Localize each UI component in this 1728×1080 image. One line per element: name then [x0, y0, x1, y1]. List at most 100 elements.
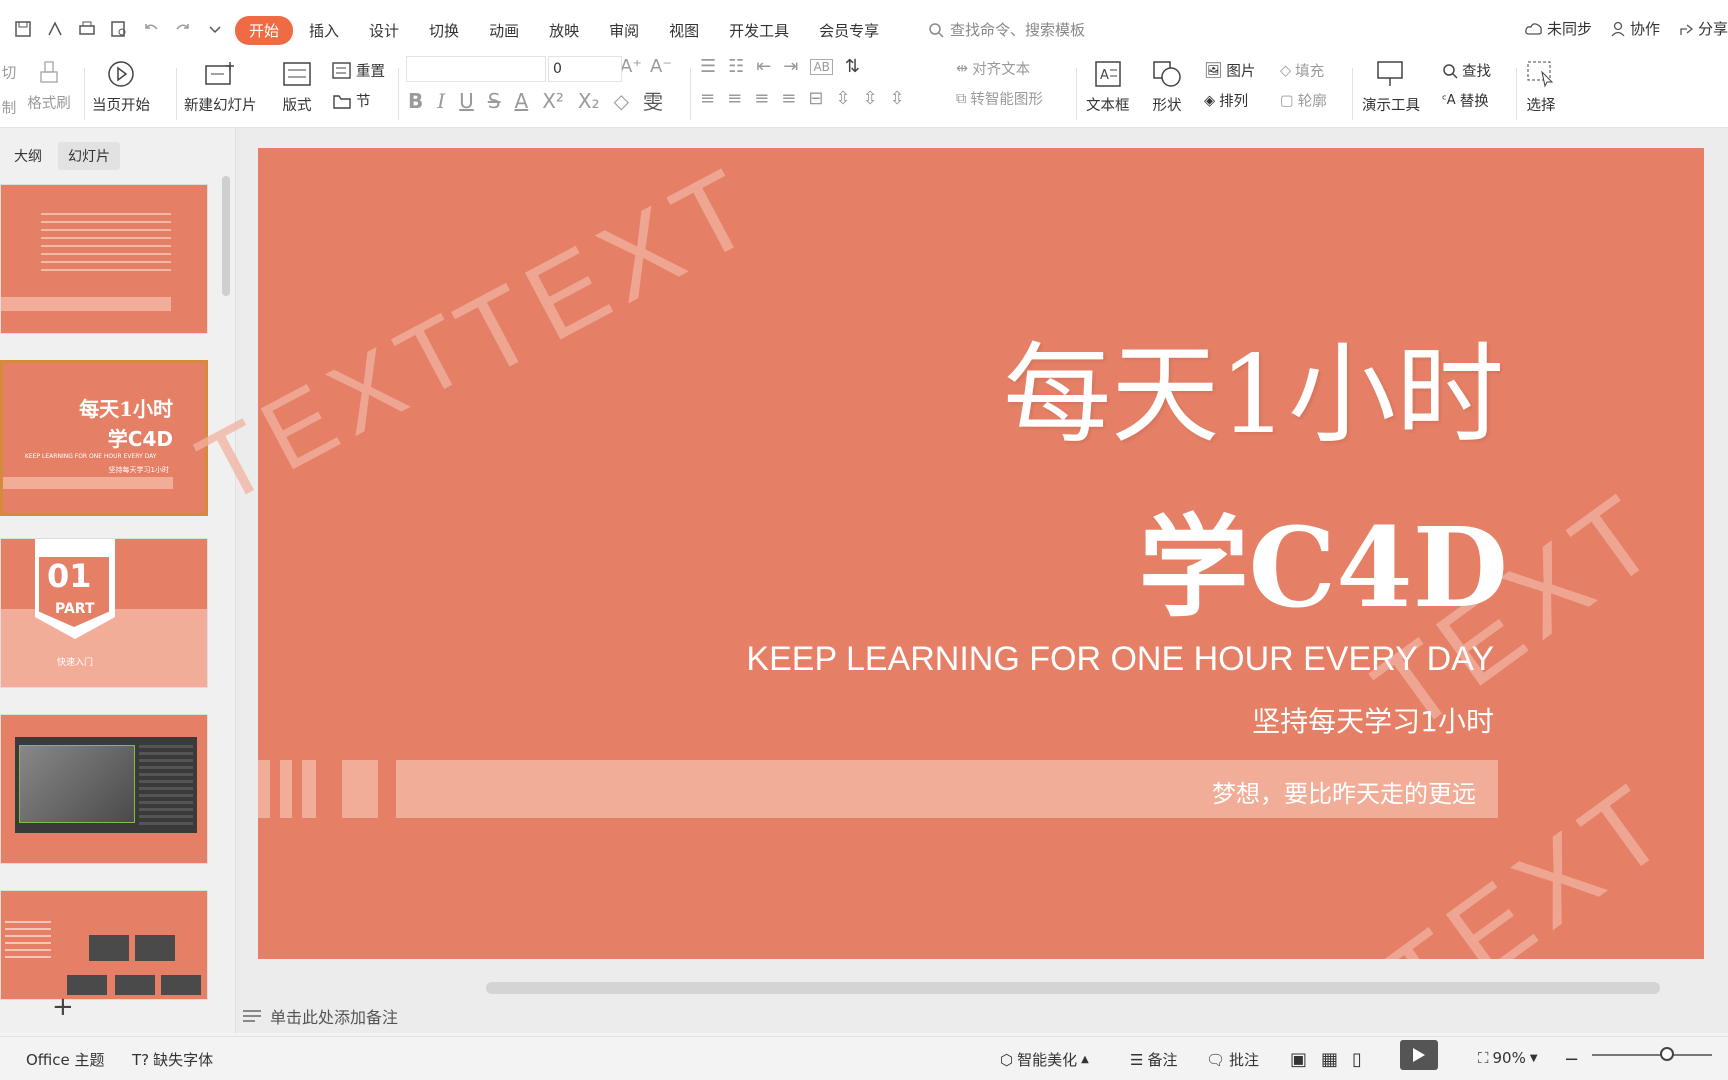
text-direction-icon[interactable]: AB	[810, 58, 833, 75]
menu-review[interactable]: 审阅	[595, 16, 653, 45]
distribute-icon[interactable]: ⊟	[808, 88, 823, 109]
font-name-input[interactable]	[406, 56, 546, 82]
zoom-slider-knob[interactable]	[1660, 1047, 1674, 1061]
export-icon[interactable]	[44, 18, 66, 40]
slide-subtitle-cn[interactable]: 坚持每天学习1小时	[1252, 700, 1494, 740]
present-tools-button[interactable]: 演示工具	[1362, 60, 1420, 115]
customize-dropdown-icon[interactable]	[204, 18, 226, 40]
undo-icon[interactable]	[140, 18, 162, 40]
redo-icon[interactable]	[172, 18, 194, 40]
slide-thumb-1[interactable]	[0, 184, 208, 334]
share-button[interactable]: 分享	[1678, 18, 1728, 39]
menu-transitions[interactable]: 切换	[415, 16, 473, 45]
reset-button[interactable]: 重置	[332, 60, 385, 81]
menu-design[interactable]: 设计	[355, 16, 413, 45]
slide-thumb-5[interactable]	[0, 890, 208, 1000]
line-space-icon[interactable]: ⇳	[890, 88, 905, 109]
align-text-button[interactable]: ⇹ 对齐文本	[956, 58, 1030, 79]
align-left-icon[interactable]: ≡	[700, 88, 715, 109]
normal-view-icon[interactable]: ▣	[1290, 1049, 1307, 1070]
slogan-bar[interactable]: 梦想，要比昨天走的更远	[396, 760, 1498, 818]
slide-thumb-4[interactable]	[0, 714, 208, 864]
command-search[interactable]: 查找命令、搜索模板	[928, 19, 1085, 40]
print-preview-icon[interactable]	[108, 18, 130, 40]
panel-scrollbar[interactable]	[222, 176, 230, 296]
column-spacing-icon[interactable]: ⇳	[835, 88, 850, 109]
smart-shape-button[interactable]: ⧉ 转智能图形	[956, 88, 1043, 109]
picture-button[interactable]: 🖼 图片	[1204, 60, 1255, 81]
zoom-slider[interactable]	[1592, 1054, 1712, 1056]
align-right-icon[interactable]: ≡	[754, 88, 769, 109]
save-icon[interactable]	[12, 18, 34, 40]
start-current-button[interactable]: 当页开始	[92, 60, 150, 115]
para-spacing-icon[interactable]: ⇳	[863, 88, 878, 109]
tab-slides[interactable]: 幻灯片	[58, 142, 120, 170]
tab-outline[interactable]: 大纲	[4, 142, 52, 170]
select-button[interactable]: 选择	[1526, 60, 1556, 115]
font-color-icon[interactable]: A	[515, 89, 529, 113]
italic-icon[interactable]: I	[437, 89, 445, 113]
section-button[interactable]: 节	[332, 90, 371, 111]
menu-animations[interactable]: 动画	[475, 16, 533, 45]
beautify-button[interactable]: ⬡ 智能美化 ▲	[1000, 1049, 1089, 1070]
eraser-icon[interactable]: ◇	[614, 89, 629, 113]
notes-area[interactable]: 单击此处添加备注	[242, 1004, 398, 1028]
textbox-button[interactable]: A 文本框	[1086, 60, 1130, 115]
phonetic-icon[interactable]: 雯	[643, 86, 663, 115]
indent-increase-icon[interactable]: ⇥	[783, 56, 798, 77]
menu-insert[interactable]: 插入	[295, 16, 353, 45]
align-center-icon[interactable]: ≡	[727, 88, 742, 109]
find-button[interactable]: 查找	[1442, 60, 1491, 81]
numbered-list-icon[interactable]: ☷	[728, 56, 744, 77]
sorter-view-icon[interactable]: ▦	[1321, 1049, 1338, 1070]
subscript-icon[interactable]: X₂	[578, 89, 600, 113]
print-icon[interactable]	[76, 18, 98, 40]
bold-icon[interactable]: B	[408, 89, 423, 113]
sync-button[interactable]: 未同步	[1525, 18, 1592, 39]
new-slide-button[interactable]: 新建幻灯片	[184, 60, 257, 115]
missing-font-button[interactable]: T? 缺失字体	[132, 1049, 213, 1070]
notes-toggle-button[interactable]: ☰ 备注	[1130, 1049, 1177, 1070]
menu-developer[interactable]: 开发工具	[715, 16, 803, 45]
layout-button[interactable]: 版式	[282, 60, 312, 115]
play-slideshow-button[interactable]	[1400, 1040, 1438, 1070]
theme-status[interactable]: Office 主题	[26, 1049, 105, 1070]
arrange-button[interactable]: ◈ 排列	[1204, 90, 1248, 111]
format-painter-button[interactable]: 格式刷	[26, 60, 72, 113]
menu-view[interactable]: 视图	[655, 16, 713, 45]
comments-button[interactable]: 🗨 批注	[1206, 1049, 1259, 1070]
missing-font-icon: T?	[132, 1050, 150, 1069]
reading-view-icon[interactable]: ▯	[1352, 1049, 1362, 1070]
slide-title-line1[interactable]: 每天1小时	[1003, 308, 1504, 464]
slide-thumb-2[interactable]: 每天1小时 学C4D KEEP LEARNING FOR ONE HOUR EV…	[0, 360, 208, 516]
justify-icon[interactable]: ≡	[781, 88, 796, 109]
indent-decrease-icon[interactable]: ⇤	[756, 56, 771, 77]
horizontal-scrollbar[interactable]	[486, 982, 1660, 994]
add-slide-button[interactable]: +	[52, 992, 74, 1022]
zoom-out-button[interactable]: −	[1564, 1049, 1579, 1070]
missing-font-label: 缺失字体	[153, 1051, 214, 1069]
bullet-list-icon[interactable]: ☰	[700, 56, 716, 77]
cut-button[interactable]: 切制	[0, 60, 18, 118]
decrease-font-icon[interactable]: A⁻	[650, 56, 672, 77]
outline-button[interactable]: ▢ 轮廓	[1280, 90, 1327, 111]
fill-label: 填充	[1295, 64, 1325, 80]
fill-button[interactable]: ◇ 填充	[1280, 60, 1324, 81]
replace-button[interactable]: ᶜA 替换	[1442, 90, 1489, 111]
slide-subtitle-en[interactable]: KEEP LEARNING FOR ONE HOUR EVERY DAY	[746, 640, 1494, 679]
shape-button[interactable]: 形状	[1152, 60, 1182, 115]
fit-window-button[interactable]: ⛶ 90% ▼	[1478, 1049, 1538, 1067]
slide-thumb-3[interactable]: 01 PART 快速入门	[0, 538, 208, 688]
slide-canvas[interactable]: TEXT TEXT TEXT 每天1小时 学C4D KEEP LEARNING …	[258, 148, 1704, 959]
menu-member[interactable]: 会员专享	[805, 16, 893, 45]
menu-slideshow[interactable]: 放映	[535, 16, 593, 45]
font-size-input[interactable]: 0	[548, 56, 622, 82]
collab-button[interactable]: 协作	[1610, 18, 1660, 39]
superscript-icon[interactable]: X²	[542, 89, 564, 113]
strikethrough-icon[interactable]: S	[488, 89, 501, 113]
menu-home[interactable]: 开始	[235, 16, 294, 45]
increase-font-icon[interactable]: A⁺	[620, 56, 642, 77]
underline-icon[interactable]: U	[459, 89, 474, 113]
line-spacing-icon[interactable]: ⇅	[845, 56, 860, 77]
slide-title-line2[interactable]: 学C4D	[1139, 478, 1508, 638]
